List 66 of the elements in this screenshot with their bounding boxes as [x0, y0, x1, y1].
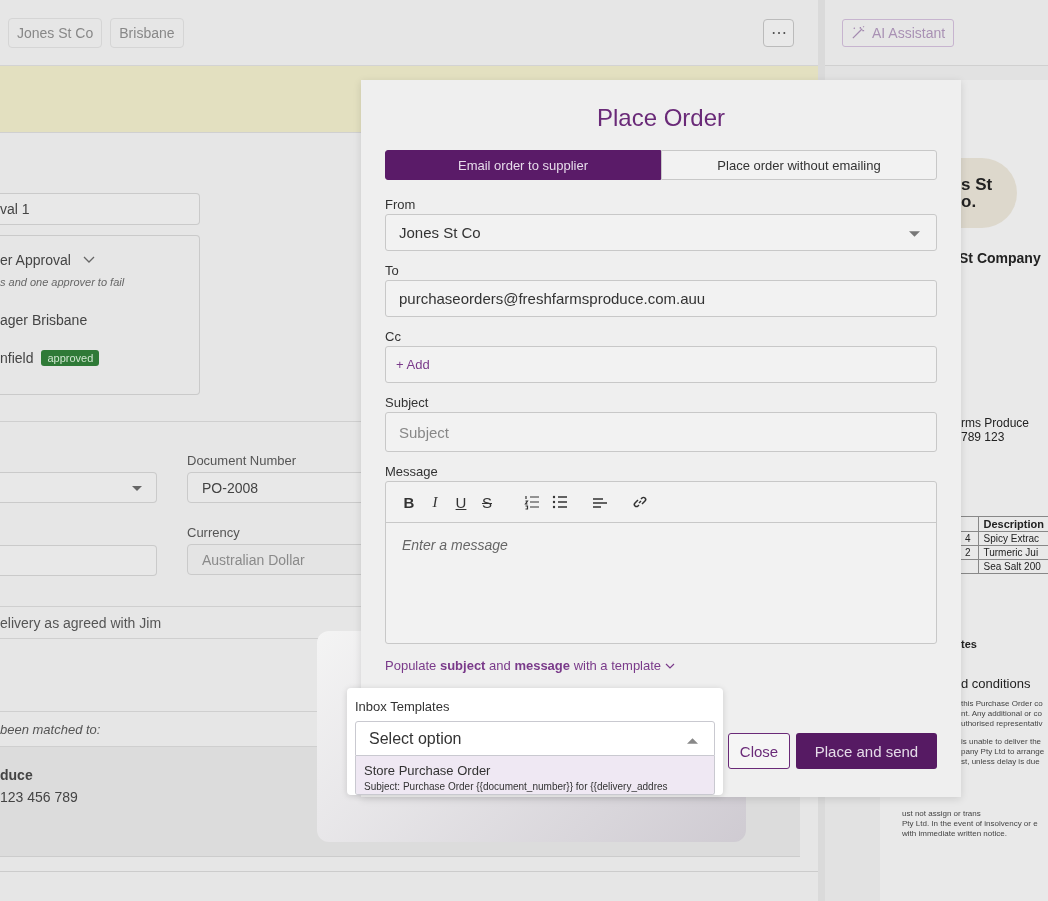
close-button[interactable]: Close	[728, 733, 790, 769]
table-cell: Sea Salt 200	[979, 559, 1048, 574]
link-icon[interactable]	[632, 494, 648, 510]
approver-name: nfield	[0, 350, 34, 366]
template-select[interactable]: Select option	[355, 721, 715, 757]
supplier-detail: rms Produce	[961, 416, 1031, 430]
supplier-name: duce	[0, 767, 33, 783]
bullet-list-icon[interactable]	[552, 494, 568, 510]
field-label: Inbox Templates	[355, 699, 451, 714]
place-and-send-button[interactable]: Place and send	[796, 733, 937, 769]
caret-icon	[687, 738, 698, 744]
chevron-icon	[665, 662, 676, 669]
numbered-list-icon[interactable]	[524, 494, 540, 510]
field-label: From	[385, 197, 417, 212]
status-badge: approved	[41, 350, 100, 366]
tag-chip: Jones St Co	[8, 17, 103, 48]
field-label: Message	[385, 464, 439, 479]
tag-chip: Brisbane	[110, 17, 184, 48]
approval-note: s and one approver to fail	[0, 276, 126, 288]
from-select[interactable]: Jones St Co	[385, 214, 937, 251]
field-label: Currency	[187, 527, 241, 538]
approver-name: ager Brisbane	[0, 312, 88, 328]
terms-text: nt. Any additional or co	[961, 709, 1043, 719]
caret-icon	[909, 231, 920, 237]
chevron-icon[interactable]	[82, 256, 95, 264]
field-label: Subject	[385, 395, 430, 410]
caret-icon	[132, 486, 142, 491]
to-field[interactable]: purchaseorders@freshfarmsproduce.com.auu	[385, 280, 937, 317]
terms-text: pany Pty Ltd to arrange	[961, 747, 1046, 757]
text-field[interactable]: val 1	[0, 193, 200, 225]
terms-heading: d conditions	[961, 676, 1032, 691]
supplier-detail: 789 123	[961, 430, 1006, 444]
strike-button[interactable]: S	[480, 493, 494, 511]
field-label: To	[385, 263, 400, 278]
template-link[interactable]: Populate subject and message with a template	[385, 658, 676, 673]
select-field[interactable]	[0, 472, 157, 503]
terms-text: st, unless delay is due	[961, 757, 1041, 767]
mode-tab[interactable]: Place order without emailing	[661, 150, 937, 180]
terms-text: Pty Ltd. In the event of insolvency or e	[902, 819, 1039, 829]
match-heading: been matched to:	[0, 721, 101, 737]
underline-button[interactable]: U	[454, 493, 468, 511]
template-option[interactable]: Store Purchase Order Subject: Purchase Order {{document_number}} for {{delivery_addres	[356, 756, 714, 794]
message-field[interactable]: B I U S Enter a message	[385, 481, 937, 644]
table-cell: Spicy Extrac	[979, 531, 1048, 546]
terms-text: this Purchase Order co	[961, 699, 1044, 709]
field-label: Cc	[385, 329, 402, 344]
terms-text: ust not assign or trans	[902, 809, 982, 819]
table-cell: Turmeric Jui	[979, 545, 1048, 560]
column-header: Description	[979, 516, 1048, 532]
terms-text: uthorised representativ	[961, 719, 1044, 729]
bold-button[interactable]: B	[402, 493, 416, 511]
terms-text: is unable to deliver the	[961, 737, 1043, 747]
text-field[interactable]	[0, 545, 157, 576]
more-button[interactable]: ⋯	[763, 18, 794, 47]
supplier-phone: 123 456 789	[0, 789, 78, 805]
approval-title: er Approval	[0, 252, 71, 268]
subject-field[interactable]: Subject	[385, 412, 937, 452]
cc-field[interactable]: + Add	[385, 346, 937, 383]
italic-button[interactable]: I	[428, 493, 442, 511]
terms-text: with immediate written notice.	[902, 829, 1008, 839]
field-label: Document Number	[187, 455, 298, 466]
mode-tab[interactable]: Email order to supplier	[385, 150, 661, 180]
dialog-title: Place Order	[595, 104, 727, 132]
magic-wand-icon	[851, 25, 866, 40]
notes-heading: tes	[961, 638, 978, 650]
logo-drawing: s St o.	[961, 158, 1017, 228]
